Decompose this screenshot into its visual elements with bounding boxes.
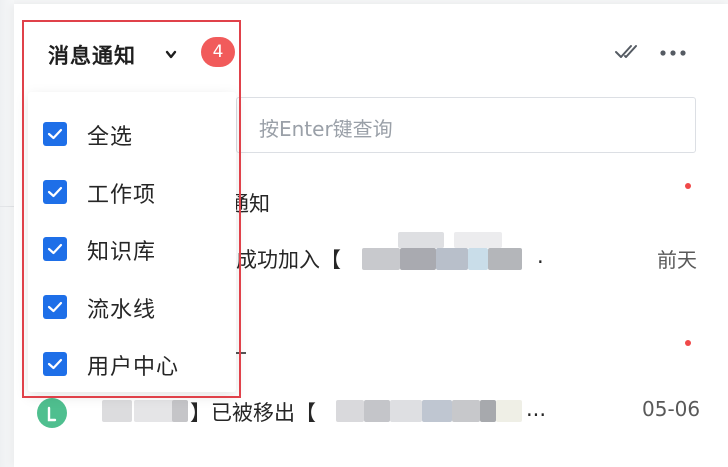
redacted-text — [488, 248, 522, 270]
redacted-text — [390, 400, 422, 422]
unread-dot — [685, 340, 691, 346]
search-input[interactable]: 按Enter键查询 — [236, 97, 696, 153]
redacted-text — [468, 248, 488, 270]
divider — [0, 206, 14, 207]
redacted-text — [134, 400, 174, 422]
more-horizontal-icon[interactable] — [659, 49, 687, 57]
notification-time: 05-06 — [642, 397, 701, 421]
redacted-text — [102, 400, 132, 422]
redacted-text — [436, 248, 468, 270]
notification-page: 消息通知 4 按Enter键查询 通知 成功加入【 . 前天 】已被移出【 ..… — [0, 0, 728, 467]
background-strip — [0, 0, 14, 467]
highlight-frame — [22, 20, 241, 398]
search-placeholder: 按Enter键查询 — [259, 117, 393, 141]
redacted-text — [496, 400, 522, 422]
redacted-text — [400, 248, 436, 270]
avatar — [37, 398, 67, 428]
notification-ellipsis: ... — [526, 397, 547, 421]
unread-dot — [685, 183, 691, 189]
notification-text[interactable]: 】已被移出【 — [190, 397, 316, 427]
redacted-text — [336, 400, 364, 422]
double-check-icon[interactable] — [614, 43, 644, 61]
notification-ellipsis: . — [537, 244, 544, 268]
redacted-text — [452, 400, 480, 422]
notification-time: 前天 — [657, 248, 697, 272]
redacted-text — [172, 400, 188, 422]
redacted-text — [480, 400, 496, 422]
redacted-text — [398, 232, 444, 248]
redacted-text — [454, 232, 502, 248]
redacted-text — [364, 400, 390, 422]
notification-text[interactable]: 成功加入【 — [236, 244, 341, 274]
redacted-text — [422, 400, 452, 422]
redacted-text — [362, 248, 400, 270]
user-glyph-icon — [47, 406, 57, 422]
